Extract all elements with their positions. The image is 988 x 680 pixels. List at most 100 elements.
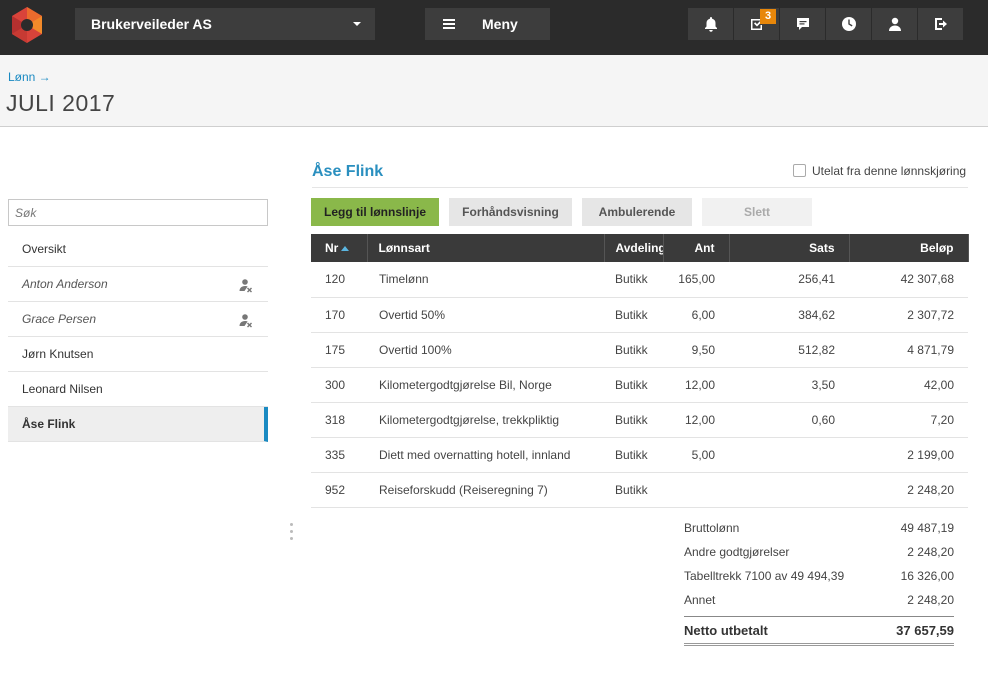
add-payline-button[interactable]: Legg til lønnslinje	[311, 198, 439, 226]
column-header-sats[interactable]: Sats	[729, 234, 850, 262]
cell-nr: 318	[311, 402, 367, 438]
cell-lonnsart-link[interactable]: Reiseforskudd (Reiseregning 7)	[367, 472, 604, 508]
cell-sats: 256,41	[729, 262, 849, 298]
breadcrumb-lonn[interactable]: Lønn →	[8, 70, 51, 84]
table-row[interactable]: 120 Timelønn Butikk 165,00 256,41 42 307…	[311, 262, 968, 298]
table-row[interactable]: 952 Reiseforskudd (Reiseregning 7) Butik…	[311, 472, 968, 508]
summary-label: Tabelltrekk 7100 av 49 494,39	[684, 569, 845, 583]
table-row[interactable]: 175 Overtid 100% Butikk 9,50 512,82 4 87…	[311, 332, 968, 368]
cell-avdeling: Butikk	[604, 332, 663, 368]
cell-avdeling: Butikk	[604, 262, 663, 298]
cell-lonnsart-link[interactable]: Kilometergodtgjørelse Bil, Norge	[367, 367, 604, 403]
column-header-nr[interactable]: Nr	[311, 234, 368, 262]
sidebar-item-employee[interactable]: Leonard Nilsen	[8, 372, 268, 407]
cell-avdeling: Butikk	[604, 402, 663, 438]
cell-lonnsart-link[interactable]: Overtid 100%	[367, 332, 604, 368]
employee-list: Oversikt Anton Anderson Grace Persen Jør…	[8, 232, 268, 442]
page-header: Lønn → JULI 2017	[0, 55, 988, 127]
cell-lonnsart-link[interactable]: Kilometergodtgjørelse, trekkpliktig	[367, 402, 604, 438]
table-row[interactable]: 318 Kilometergodtgjørelse, trekkpliktig …	[311, 402, 968, 438]
sidebar-item-employee-active[interactable]: Åse Flink	[8, 407, 268, 442]
cell-ant: 6,00	[663, 297, 729, 333]
notifications-button[interactable]	[688, 8, 734, 40]
cell-ant	[663, 472, 729, 508]
divider	[312, 187, 968, 188]
summary-label: Bruttolønn	[684, 521, 740, 535]
page-title: JULI 2017	[6, 90, 116, 116]
cell-lonnsart-link[interactable]: Overtid 50%	[367, 297, 604, 333]
column-header-lonnsart[interactable]: Lønnsart	[367, 234, 605, 262]
caret-down-icon	[353, 22, 361, 26]
cell-avdeling: Butikk	[604, 367, 663, 403]
cell-belop-link[interactable]: 2 248,20	[849, 472, 968, 508]
cell-ant: 5,00	[663, 437, 729, 473]
summary-value: 37 657,59	[896, 623, 954, 638]
panel-resize-handle[interactable]	[290, 523, 294, 544]
cell-sats: 0,60	[729, 402, 849, 438]
sidebar-item-label: Åse Flink	[22, 417, 76, 431]
cell-sats	[729, 437, 849, 473]
pay-summary: Bruttolønn 49 487,19 Andre godtgjørelser…	[684, 516, 954, 646]
table-header-row: Nr Lønnsart Avdeling Ant Sats Beløp	[311, 234, 969, 262]
cell-sats: 3,50	[729, 367, 849, 403]
summary-label: Annet	[684, 593, 716, 607]
table-row[interactable]: 170 Overtid 50% Butikk 6,00 384,62 2 307…	[311, 297, 968, 333]
sidebar-item-employee[interactable]: Anton Anderson	[8, 267, 268, 302]
summary-value: 49 487,19	[900, 521, 954, 535]
history-button[interactable]	[826, 8, 872, 40]
column-header-ant[interactable]: Ant	[663, 234, 730, 262]
cell-ant: 12,00	[663, 402, 729, 438]
preview-button[interactable]: Forhåndsvisning	[449, 198, 572, 226]
sidebar-item-label: Anton Anderson	[22, 277, 108, 291]
employee-search-input[interactable]	[8, 199, 268, 226]
cell-belop: 2 199,00	[849, 437, 968, 473]
cell-avdeling: Butikk	[604, 297, 663, 333]
sidebar-item-label: Leonard Nilsen	[22, 382, 103, 396]
column-header-avdeling[interactable]: Avdeling	[604, 234, 664, 262]
user-excluded-icon	[239, 279, 252, 293]
cell-avdeling: Butikk	[604, 437, 663, 473]
summary-row-andre: Andre godtgjørelser 2 248,20	[684, 540, 954, 564]
exclude-checkbox[interactable]: Utelat fra denne lønnskjøring	[793, 164, 966, 178]
menu-label: Meny	[482, 16, 518, 32]
cell-belop: 7,20	[849, 402, 968, 438]
cell-nr: 952	[311, 472, 367, 508]
payline-table: Nr Lønnsart Avdeling Ant Sats Beløp 120 …	[311, 234, 969, 508]
cell-nr: 170	[311, 297, 367, 333]
cell-belop: 2 307,72	[849, 297, 968, 333]
user-excluded-icon	[239, 314, 252, 328]
column-header-belop[interactable]: Beløp	[849, 234, 969, 262]
cell-sats	[729, 472, 849, 508]
ambulant-button[interactable]: Ambulerende	[582, 198, 692, 226]
logout-icon	[934, 18, 947, 30]
logout-button[interactable]	[918, 8, 964, 40]
checkbox-icon[interactable]	[793, 164, 806, 177]
sidebar-item-employee[interactable]: Grace Persen	[8, 302, 268, 337]
summary-label: Netto utbetalt	[684, 623, 768, 638]
cell-lonnsart-link[interactable]: Diett med overnatting hotell, innland	[367, 437, 604, 473]
company-logo-icon[interactable]	[8, 6, 46, 44]
menu-button[interactable]: Meny	[425, 8, 550, 40]
cell-sats: 512,82	[729, 332, 849, 368]
cell-ant: 165,00	[663, 262, 729, 298]
company-name: Brukerveileder AS	[91, 16, 212, 32]
sidebar-item-employee[interactable]: Jørn Knutsen	[8, 337, 268, 372]
sidebar-item-label: Oversikt	[22, 242, 67, 256]
chat-icon	[796, 18, 809, 30]
tasks-badge: 3	[760, 9, 776, 24]
table-row[interactable]: 335 Diett med overnatting hotell, innlan…	[311, 437, 968, 473]
messages-button[interactable]	[780, 8, 826, 40]
cell-sats: 384,62	[729, 297, 849, 333]
exclude-label: Utelat fra denne lønnskjøring	[812, 164, 967, 178]
summary-row-annet: Annet 2 248,20	[684, 588, 954, 612]
sidebar-item-oversikt[interactable]: Oversikt	[8, 232, 268, 267]
profile-button[interactable]	[872, 8, 918, 40]
table-row[interactable]: 300 Kilometergodtgjørelse Bil, Norge But…	[311, 367, 968, 403]
cell-ant: 9,50	[663, 332, 729, 368]
hamburger-icon	[443, 19, 455, 29]
summary-label: Andre godtgjørelser	[684, 545, 790, 559]
cell-belop: 42,00	[849, 367, 968, 403]
company-selector[interactable]: Brukerveileder AS	[75, 8, 375, 40]
cell-lonnsart-link[interactable]: Timelønn	[367, 262, 604, 298]
summary-row-brutto: Bruttolønn 49 487,19	[684, 516, 954, 540]
